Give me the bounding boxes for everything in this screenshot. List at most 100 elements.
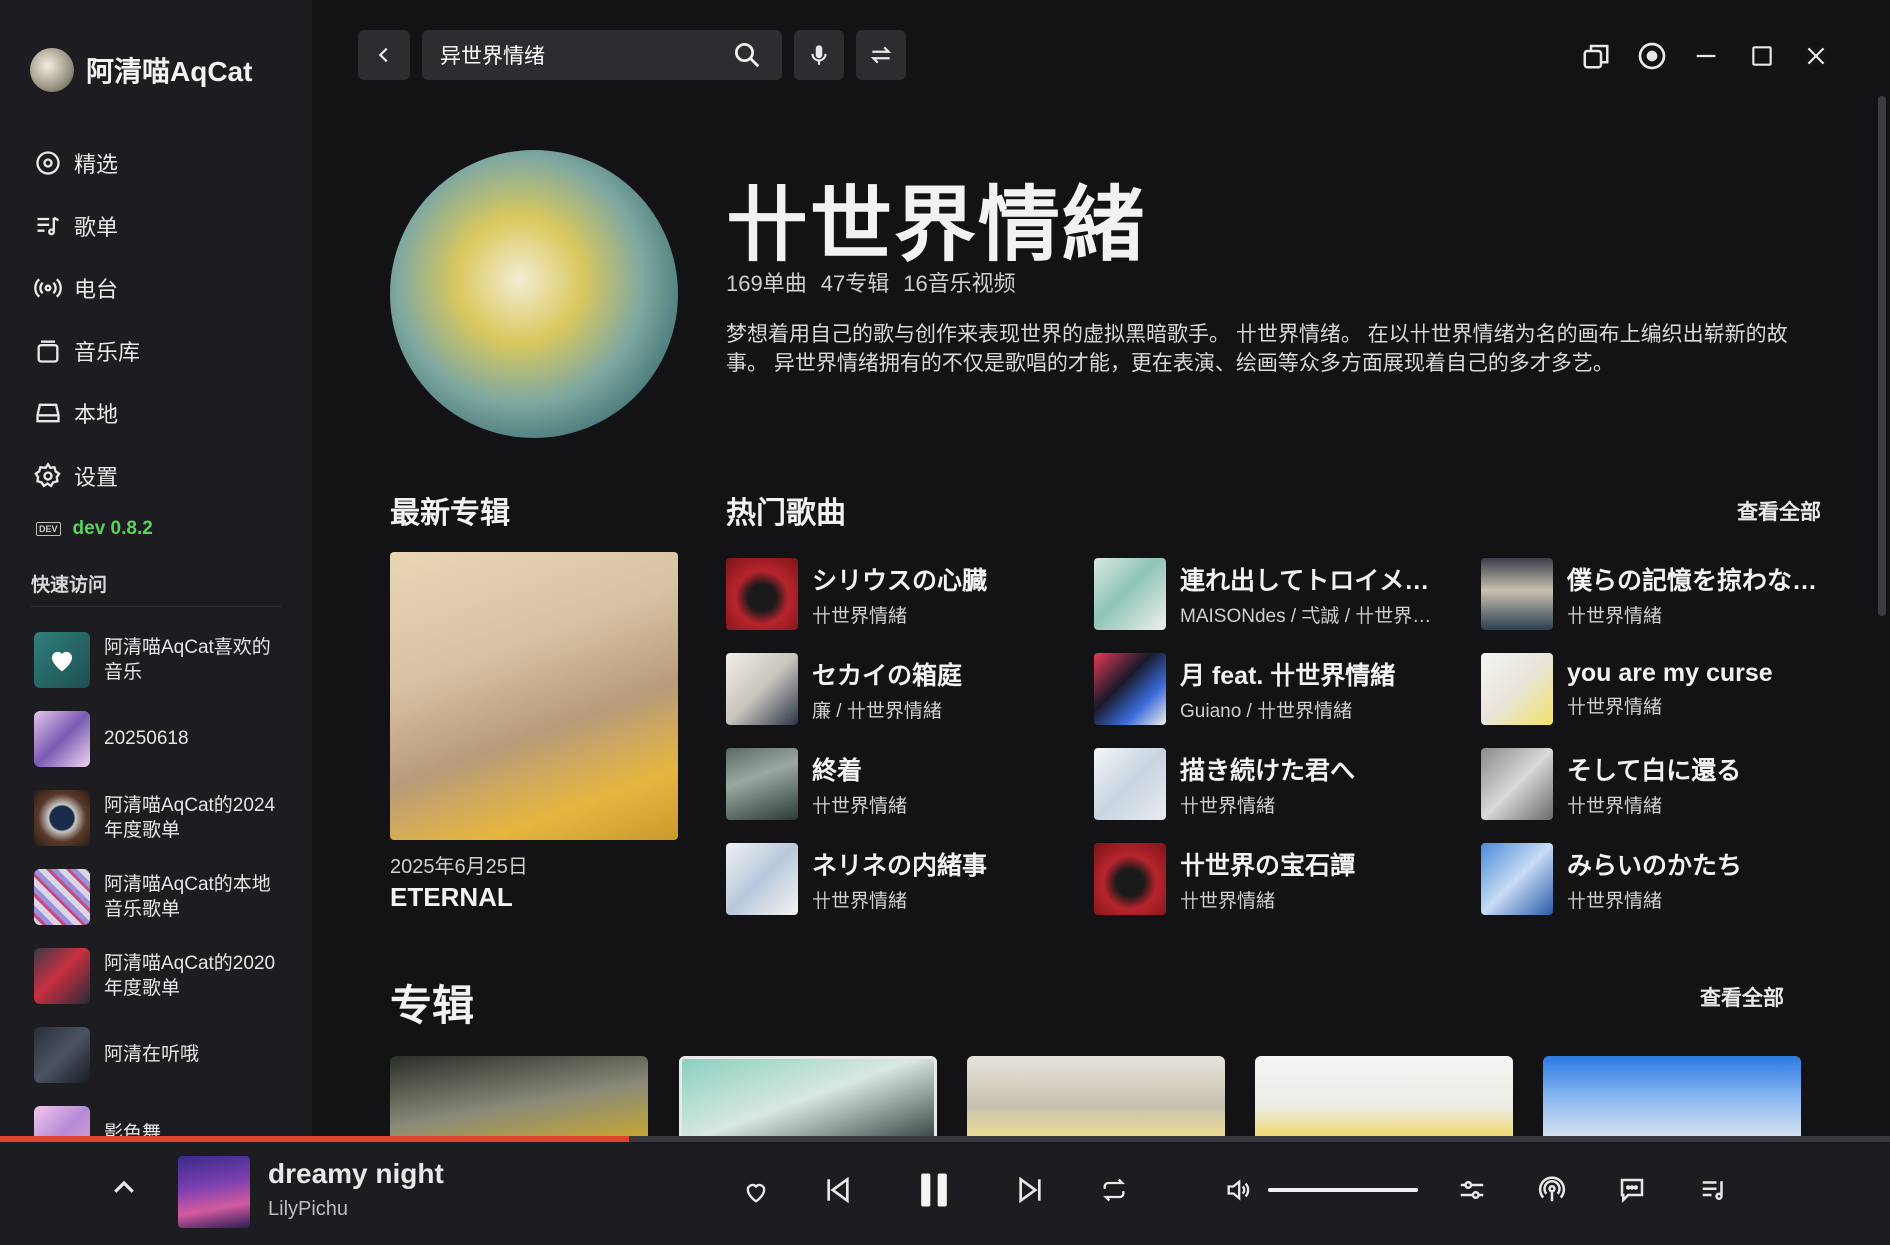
albums-title: 专辑 [390,982,475,1029]
song-title: シリウスの心臓 [812,566,988,595]
album-card[interactable] [390,1056,648,1140]
song-item[interactable]: 月 feat. 卄世界情緒 Guiano / 卄世界情緒 [1094,653,1454,725]
song-item[interactable]: みらいのかたち 卄世界情緒 [1481,843,1821,915]
chevron-up-icon [114,1180,134,1193]
album-card[interactable] [1543,1056,1801,1140]
queue-button[interactable] [1692,1168,1736,1212]
quick-access-item[interactable]: 影色舞 [34,1094,294,1140]
divider [31,606,281,607]
lyrics-button[interactable] [1610,1168,1654,1212]
song-cover [726,748,798,820]
mv-count: 16音乐视频 [903,271,1016,296]
search-input[interactable] [438,42,732,68]
sidebar-item-settings[interactable]: 设置 [34,445,140,508]
close-button[interactable] [1796,36,1836,76]
album-count: 47专辑 [820,271,890,296]
song-item[interactable]: シリウスの心臓卄世界情緒 [726,558,1066,630]
version-badge: DEV dev 0.8.2 [36,518,153,540]
comment-icon [1620,1178,1644,1204]
volume-slider[interactable] [1268,1188,1418,1192]
now-playing-title[interactable]: dreamy night [268,1158,444,1190]
song-artist: 卄世界情緒 [1567,795,1663,817]
sidebar-item-label: 歌单 [74,214,119,240]
song-cover [1094,748,1166,820]
song-item[interactable]: そして白に還る 卄世界情緒 [1481,748,1821,820]
song-item[interactable]: 終着 卄世界情緒 [726,748,1066,820]
song-artist: 卄世界情緒 [1180,795,1276,817]
song-item[interactable]: ネリネの内緒事 卄世界情緒 [726,843,1066,915]
voice-search-button[interactable] [794,30,844,80]
playlist-cover [34,789,90,846]
song-artist: 卄世界情緒 [1180,890,1276,912]
album-card[interactable] [1255,1056,1513,1140]
song-title: you are my curse [1567,659,1773,687]
latest-album-name[interactable]: ETERNAL [390,882,513,913]
artist-name: 卄世界情緒 [726,180,1147,271]
previous-button[interactable] [816,1168,860,1212]
quick-access-item[interactable]: 阿清在听哦 [34,1015,294,1094]
albums-see-all[interactable]: 查看全部 [1700,982,1784,1012]
album-card[interactable] [679,1056,937,1140]
sidebar-item-library[interactable]: 音乐库 [34,320,140,383]
hot-songs-see-all[interactable]: 查看全部 [1737,496,1821,526]
window-restore-icon [1583,44,1609,69]
library-icon [37,340,59,363]
maximize-button[interactable] [1742,36,1782,76]
song-artist: 廉 / 卄世界情緒 [812,700,942,722]
now-playing-artist[interactable]: LilyPichu [268,1198,348,1221]
song-cover [1094,653,1166,725]
minimize-button[interactable] [1686,36,1726,76]
repeat-button[interactable] [1092,1168,1136,1212]
expand-player-button[interactable] [102,1166,146,1210]
next-button[interactable] [1008,1168,1052,1212]
song-artist: 卄世界情緒 [812,605,908,627]
back-button[interactable] [358,30,410,80]
song-artist: 卄世界情緒 [1567,890,1663,912]
quick-access-label: 阿清喵AqCat的本地音乐歌单 [104,873,271,920]
search-icon[interactable] [732,40,762,70]
sidebar-item-playlists[interactable]: 歌单 [34,195,140,258]
latest-album-cover[interactable] [390,552,678,840]
pause-button[interactable] [906,1162,962,1218]
volume-button[interactable] [1216,1168,1260,1212]
app-name: 阿清喵AqCat [86,56,253,87]
scrollbar[interactable] [1878,96,1886,616]
quick-access-item[interactable]: 阿清喵AqCat的2024年度歌单 [34,778,294,857]
mini-player-button[interactable] [1576,36,1616,76]
switch-button[interactable] [856,30,906,80]
equalizer-button[interactable] [1450,1168,1494,1212]
sidebar-item-label: 精选 [74,152,119,178]
playlist-queue-icon [1702,1181,1723,1200]
like-button[interactable] [734,1170,778,1214]
now-playing-cover[interactable] [178,1156,250,1228]
song-cover [1481,748,1553,820]
search-box[interactable] [422,30,782,80]
song-title: 僕らの記憶を掠わな… [1567,566,1818,595]
song-artist: 卄世界情緒 [812,795,908,817]
sidebar: 阿清喵AqCat 精选 歌单 电台 音乐库 本地 设置 DEV dev 0.8. [0,0,312,1140]
sidebar-item-radio[interactable]: 电台 [34,257,140,320]
target-icon [1638,42,1666,70]
quick-access-item[interactable]: 阿清喵AqCat喜欢的音乐 [34,620,294,699]
sidebar-item-label: 本地 [74,402,119,428]
song-item[interactable]: 卄世界の宝石譚 卄世界情緒 [1094,843,1454,915]
quick-access-item[interactable]: 阿清喵AqCat的2020年度歌单 [34,936,294,1015]
song-item[interactable]: 描き続けた君へ 卄世界情緒 [1094,748,1454,820]
quick-access-label: 阿清喵AqCat的2024年度歌单 [104,794,276,841]
app-brand[interactable]: 阿清喵AqCat [30,48,252,92]
maximize-icon [1752,46,1772,66]
song-item[interactable]: 連れ出してトロイメ… MAISONdes / 弌誠 / 卄世界… [1094,558,1454,630]
album-card[interactable] [967,1056,1225,1140]
quick-access-label: 阿清喵AqCat的2020年度歌单 [104,952,276,999]
song-item[interactable]: セカイの箱庭廉 / 卄世界情緒 [726,653,1066,725]
cast-button[interactable] [1530,1168,1574,1212]
quick-access-item[interactable]: 20250618 [34,699,294,778]
song-item[interactable]: you are my curse 卄世界情緒 [1481,653,1821,725]
song-item[interactable]: 僕らの記憶を掠わな… 卄世界情緒 [1481,558,1821,630]
sidebar-item-label: 电台 [74,277,119,303]
sidebar-item-featured[interactable]: 精选 [34,132,140,195]
quick-access-item[interactable]: 阿清喵AqCat的本地音乐歌单 [34,857,294,936]
sidebar-nav: 精选 歌单 电台 音乐库 本地 设置 [34,132,140,507]
record-button[interactable] [1632,36,1672,76]
sidebar-item-local[interactable]: 本地 [34,382,140,445]
